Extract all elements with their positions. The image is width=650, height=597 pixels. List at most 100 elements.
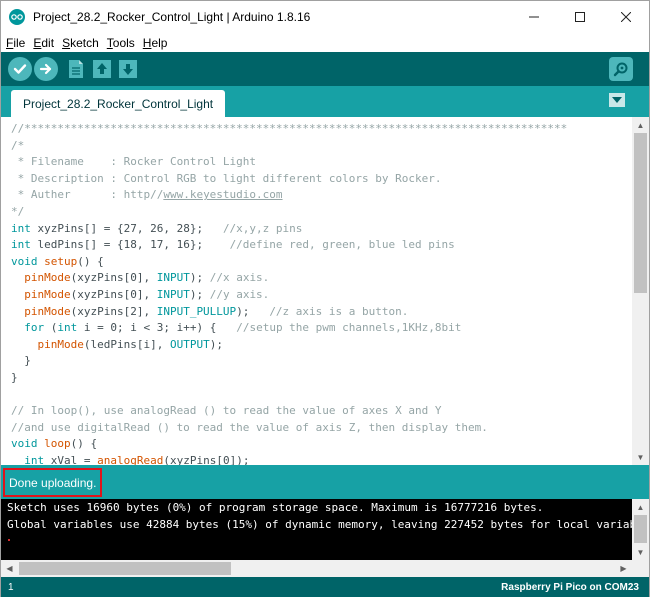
code-token: // In loop(), use analogRead () to read … <box>11 404 442 418</box>
code-line: * Description : Control RGB to light dif… <box>11 171 631 188</box>
chevron-down-icon <box>612 97 622 103</box>
code-token: analogRead <box>97 453 164 465</box>
code-token: int <box>24 453 45 465</box>
close-button[interactable] <box>603 1 649 33</box>
code-line: */ <box>11 204 631 221</box>
console-hscroll-thumb[interactable] <box>19 562 231 575</box>
console-scroll-thumb[interactable] <box>634 515 647 543</box>
code-line: void loop() { <box>11 436 631 453</box>
menu-tools[interactable]: Tools <box>107 36 135 50</box>
code-link[interactable]: www.keyestudio.com <box>163 188 282 201</box>
tab-bar: Project_28.2_Rocker_Control_Light <box>1 86 649 117</box>
scroll-down-arrow-icon[interactable]: ▼ <box>632 449 649 465</box>
menu-edit[interactable]: Edit <box>33 36 54 50</box>
editor-scroll-thumb[interactable] <box>634 133 647 293</box>
code-token: (xyzPins[0], <box>70 287 157 301</box>
status-message: Done uploading. <box>9 475 97 490</box>
code-token: OUTPUT <box>169 337 210 351</box>
menu-edit-label: dit <box>41 35 55 50</box>
arduino-logo-icon <box>9 9 25 25</box>
menu-help[interactable]: Help <box>143 36 168 50</box>
menu-sketch[interactable]: Sketch <box>62 36 99 50</box>
new-sketch-button[interactable] <box>64 57 88 81</box>
code-token: pinMode <box>24 271 71 285</box>
scroll-up-arrow-icon[interactable]: ▲ <box>632 499 649 515</box>
verify-button[interactable] <box>8 57 32 81</box>
status-highlight-box: Done uploading. <box>3 468 102 497</box>
code-line: //and use digitalRead () to read the val… <box>11 420 631 437</box>
code-token: (xyzPins[0]); <box>163 453 250 465</box>
code-line: } <box>11 353 631 370</box>
code-token: //z axis is a button. <box>269 304 409 318</box>
line-number: 1 <box>8 581 14 593</box>
code-token: //x,y,z pins <box>222 221 303 235</box>
code-token: (xyzPins[2], <box>70 304 157 318</box>
code-token: int <box>57 321 78 335</box>
code-token: loop <box>44 437 71 451</box>
code-token: //and use digitalRead () to read the val… <box>11 420 488 434</box>
footer-bar: 1 Raspberry Pi Pico on COM23 <box>1 577 649 597</box>
code-token: for <box>24 321 45 335</box>
scroll-down-arrow-icon[interactable]: ▼ <box>632 544 649 560</box>
code-token: (xyzPins[0], <box>70 271 157 285</box>
scroll-right-arrow-icon[interactable]: ▶ <box>615 560 632 576</box>
code-line: int ledPins[] = {18, 17, 16}; //define r… <box>11 237 631 254</box>
code-token: xyzPins[] = {27, 26, 28}; <box>30 221 223 235</box>
save-sketch-button[interactable] <box>116 57 140 81</box>
verify-icon <box>13 64 27 74</box>
code-line: int xyzPins[] = {27, 26, 28}; //x,y,z pi… <box>11 221 631 238</box>
toolbar <box>1 52 649 86</box>
console-horizontal-scrollbar[interactable]: ◀ ▶ <box>1 560 649 577</box>
new-file-icon <box>69 60 83 78</box>
menu-file[interactable]: File <box>6 36 25 50</box>
code-token: ( <box>44 321 58 335</box>
code-token: */ <box>11 204 25 218</box>
window-controls <box>511 1 649 33</box>
code-line: pinMode(xyzPins[0], INPUT); //x axis. <box>11 270 631 287</box>
scroll-left-arrow-icon[interactable]: ◀ <box>1 560 18 576</box>
window-title: Project_28.2_Rocker_Control_Light | Ardu… <box>33 10 311 24</box>
code-token: ); <box>189 287 210 301</box>
code-line: } <box>11 370 631 387</box>
console-line: Global variables use 42884 bytes (15%) o… <box>7 518 649 531</box>
open-sketch-button[interactable] <box>90 57 114 81</box>
menu-sketch-label: ketch <box>70 35 99 50</box>
code-token: /* <box>11 138 25 152</box>
code-token: * Auther : http//www.keyestudio.com <box>11 188 283 202</box>
scroll-up-arrow-icon[interactable]: ▲ <box>632 117 649 133</box>
code-token: xVal = <box>44 453 98 465</box>
code-line: pinMode(xyzPins[2], INPUT_PULLUP); //z a… <box>11 304 631 321</box>
console-output: Sketch uses 16960 bytes (0%) of program … <box>1 499 649 560</box>
code-token: //y axis. <box>209 287 270 301</box>
code-token: int <box>11 221 31 235</box>
minimize-button[interactable] <box>511 1 557 33</box>
code-token: * Description : Control RGB to light dif… <box>11 171 442 185</box>
code-token: setup <box>44 254 78 268</box>
code-text[interactable]: //**************************************… <box>11 121 631 465</box>
code-token: void <box>11 437 38 451</box>
code-editor[interactable]: //**************************************… <box>1 117 649 465</box>
code-line: pinMode(ledPins[i], OUTPUT); <box>11 337 631 354</box>
code-token: //**************************************… <box>11 122 568 135</box>
tab-menu-button[interactable] <box>609 93 625 107</box>
serial-monitor-button[interactable] <box>609 57 633 81</box>
code-line: //**************************************… <box>11 121 631 138</box>
code-token: ledPins[] = {18, 17, 16}; <box>30 238 230 252</box>
code-token: } <box>11 370 18 384</box>
console-vertical-scrollbar[interactable]: ▲ ▼ <box>632 499 649 560</box>
menu-bar: File Edit Sketch Tools Help <box>1 33 649 52</box>
tab-sketch[interactable]: Project_28.2_Rocker_Control_Light <box>11 90 226 117</box>
code-line: /* <box>11 138 631 155</box>
maximize-button[interactable] <box>557 1 603 33</box>
save-down-arrow-icon <box>119 60 137 78</box>
menu-tools-label: ools <box>112 35 135 50</box>
editor-vertical-scrollbar[interactable]: ▲ ▼ <box>632 117 649 465</box>
magnifier-icon <box>613 62 628 77</box>
upload-button[interactable] <box>34 57 58 81</box>
code-line: int xVal = analogRead(xyzPins[0]); <box>11 453 631 465</box>
code-token: ); <box>209 337 223 351</box>
